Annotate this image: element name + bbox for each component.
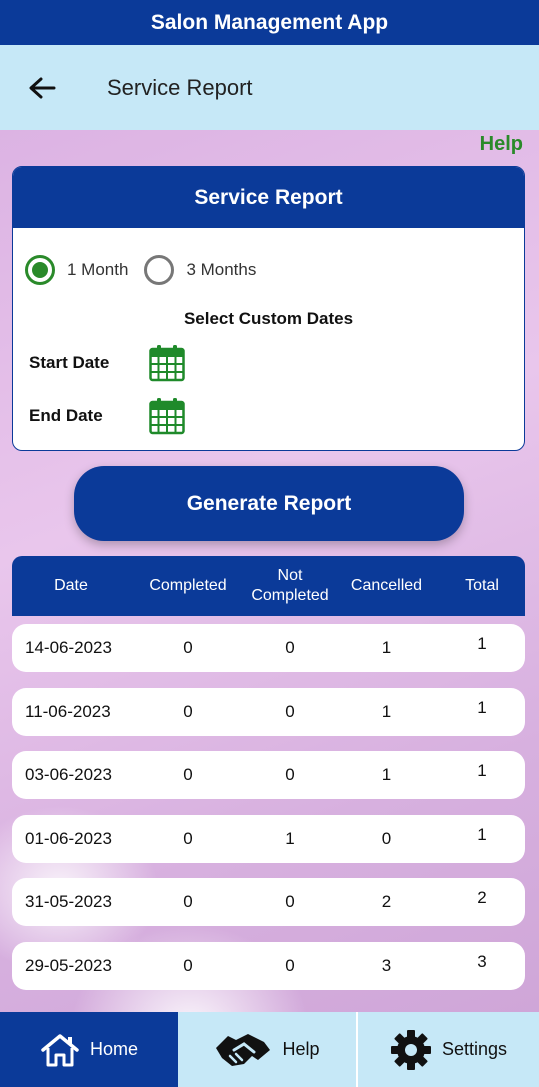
custom-dates-title: Select Custom Dates xyxy=(183,309,354,328)
column-header-not-completed: Not Completed xyxy=(251,567,329,604)
cell-total: 2 xyxy=(477,888,487,907)
radio-label-3-months: 3 Months xyxy=(186,260,257,279)
option-3-months[interactable]: 3 Months xyxy=(144,255,256,285)
cell-cancelled: 1 xyxy=(381,765,392,784)
cell-cancelled: 1 xyxy=(381,638,392,657)
cell-not-completed: 0 xyxy=(285,702,295,721)
calendar-icon[interactable] xyxy=(149,344,185,382)
cell-not-completed: 0 xyxy=(285,892,295,911)
cell-total: 3 xyxy=(477,952,487,971)
gear-icon xyxy=(390,1029,431,1070)
table-row[interactable]: 14-06-2023 0 0 1 1 xyxy=(12,624,525,672)
nav-help-label: Help xyxy=(282,1039,320,1059)
column-header-cancelled: Cancelled xyxy=(350,577,423,594)
table-row[interactable]: 03-06-2023 0 0 1 1 xyxy=(12,751,525,799)
table-row[interactable]: 29-05-2023 0 0 3 3 xyxy=(12,942,525,990)
column-header-completed: Completed xyxy=(149,577,227,594)
arrow-left-icon xyxy=(29,77,56,98)
cell-completed: 0 xyxy=(183,956,193,975)
handshake-icon xyxy=(216,1033,271,1066)
help-link[interactable]: Help xyxy=(480,133,523,156)
end-date-label: End Date xyxy=(29,406,103,425)
cell-cancelled: 1 xyxy=(381,702,392,721)
cell-date: 31-05-2023 xyxy=(25,892,112,911)
app-bar: Service Report xyxy=(0,45,539,130)
cell-not-completed: 0 xyxy=(285,765,295,784)
back-button[interactable] xyxy=(22,68,62,108)
app-title-bar: Salon Management App xyxy=(0,0,539,45)
radio-label-1-month: 1 Month xyxy=(67,260,129,279)
card-header: Service Report xyxy=(13,167,524,228)
generate-report-button[interactable]: Generate Report xyxy=(74,466,464,541)
cell-date: 03-06-2023 xyxy=(25,765,112,784)
report-options-card: Service Report 1 Month 3 Months Select C… xyxy=(12,166,525,451)
cell-completed: 0 xyxy=(183,638,193,657)
page-title: Service Report xyxy=(107,74,253,100)
cell-cancelled: 3 xyxy=(381,956,392,975)
home-icon xyxy=(41,1033,79,1066)
start-date-row: Start Date xyxy=(29,344,185,382)
cell-date: 11-06-2023 xyxy=(25,702,111,721)
bottom-navigation: Home Help Settings xyxy=(0,1012,539,1087)
cell-cancelled: 2 xyxy=(381,892,392,911)
cell-not-completed: 1 xyxy=(285,829,295,848)
cell-completed: 0 xyxy=(183,702,193,721)
cell-completed: 0 xyxy=(183,829,193,848)
cell-cancelled: 0 xyxy=(381,829,392,848)
calendar-icon[interactable] xyxy=(149,397,185,435)
column-header-total: Total xyxy=(465,577,499,594)
cell-total: 1 xyxy=(477,825,487,844)
cell-date: 29-05-2023 xyxy=(25,956,112,975)
cell-date: 14-06-2023 xyxy=(25,638,112,657)
nav-home-label: Home xyxy=(89,1039,138,1059)
table-row[interactable]: 31-05-2023 0 0 2 2 xyxy=(12,878,525,926)
nav-home[interactable]: Home xyxy=(0,1012,178,1087)
cell-total: 1 xyxy=(477,698,487,717)
option-1-month[interactable]: 1 Month xyxy=(25,255,128,285)
radio-3-months[interactable] xyxy=(144,255,175,285)
cell-total: 1 xyxy=(477,761,487,780)
table-header: Date Completed Not Completed Cancelled T… xyxy=(12,556,525,616)
cell-not-completed: 0 xyxy=(285,638,295,657)
cell-total: 1 xyxy=(477,634,487,653)
cell-completed: 0 xyxy=(183,892,193,911)
start-date-label: Start Date xyxy=(29,353,110,372)
period-options: 1 Month 3 Months xyxy=(25,255,256,285)
column-header-date: Date xyxy=(54,577,88,594)
radio-1-month[interactable] xyxy=(25,255,55,285)
nav-settings-label: Settings xyxy=(441,1039,508,1059)
cell-completed: 0 xyxy=(183,765,193,784)
table-row[interactable]: 11-06-2023 0 0 1 1 xyxy=(12,688,525,736)
nav-help[interactable]: Help xyxy=(178,1012,358,1087)
nav-settings[interactable]: Settings xyxy=(358,1012,539,1087)
cell-not-completed: 0 xyxy=(285,956,295,975)
table-row[interactable]: 01-06-2023 0 1 0 1 xyxy=(12,815,525,863)
cell-date: 01-06-2023 xyxy=(25,829,112,848)
app-title: Salon Management App xyxy=(150,10,389,34)
end-date-row: End Date xyxy=(29,397,185,435)
